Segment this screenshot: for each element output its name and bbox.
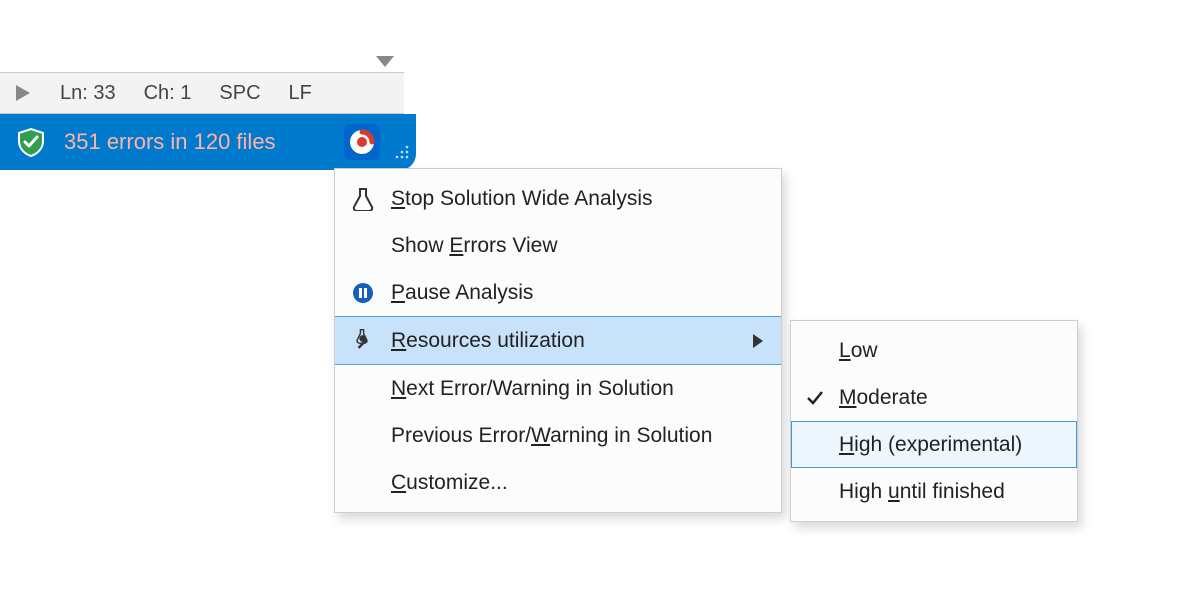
menu-label: Show Errors View: [391, 234, 767, 258]
menu-pause-analysis[interactable]: Pause Analysis: [335, 269, 781, 316]
submenu-label: High until finished: [839, 480, 1063, 504]
tools-icon: [335, 329, 391, 353]
resize-grip-icon[interactable]: [394, 142, 410, 166]
check-icon: [791, 390, 839, 406]
status-char[interactable]: Ch: 1: [130, 82, 206, 105]
pause-icon: [335, 282, 391, 304]
shield-icon: [14, 125, 48, 159]
menu-label: Stop Solution Wide Analysis: [391, 187, 767, 211]
submenu-moderate[interactable]: Moderate: [791, 374, 1077, 421]
menu-next-error[interactable]: Next Error/Warning in Solution: [335, 365, 781, 412]
menu-customize[interactable]: Customize...: [335, 459, 781, 506]
menu-show-errors[interactable]: Show Errors View: [335, 222, 781, 269]
status-line[interactable]: Ln: 33: [46, 82, 130, 105]
status-line-ending[interactable]: LF: [275, 82, 326, 105]
submenu-arrow-icon: [749, 334, 767, 348]
menu-resources-utilization[interactable]: Resources utilization: [335, 316, 781, 365]
menu-previous-error[interactable]: Previous Error/Warning in Solution: [335, 412, 781, 459]
analysis-indicator-icon[interactable]: [344, 124, 380, 160]
menu-label: Next Error/Warning in Solution: [391, 377, 767, 401]
resources-submenu: Low Moderate High (experimental) High un…: [790, 320, 1078, 522]
flask-icon: [335, 187, 391, 211]
menu-label: Previous Error/Warning in Solution: [391, 424, 767, 448]
submenu-high-experimental[interactable]: High (experimental): [791, 421, 1077, 468]
error-summary-text: 351 errors in 120 files: [64, 129, 276, 155]
editor-panel: Ln: 33 Ch: 1 SPC LF: [0, 0, 404, 114]
play-icon[interactable]: [0, 85, 46, 101]
menu-stop-analysis[interactable]: Stop Solution Wide Analysis: [335, 175, 781, 222]
status-indent[interactable]: SPC: [205, 82, 274, 105]
editor-area: [0, 0, 404, 72]
submenu-label: Low: [839, 339, 1063, 363]
menu-label: Customize...: [391, 471, 767, 495]
analysis-context-menu: Stop Solution Wide Analysis Show Errors …: [334, 168, 782, 513]
solution-analysis-bar[interactable]: 351 errors in 120 files: [0, 114, 416, 170]
menu-label: Pause Analysis: [391, 281, 767, 305]
menu-label: Resources utilization: [391, 329, 749, 353]
submenu-high-until-finished[interactable]: High until finished: [791, 468, 1077, 515]
submenu-label: Moderate: [839, 386, 1063, 410]
submenu-label: High (experimental): [839, 433, 1063, 457]
submenu-low[interactable]: Low: [791, 327, 1077, 374]
editor-status-row: Ln: 33 Ch: 1 SPC LF: [0, 72, 404, 113]
dropdown-chevron-icon[interactable]: [376, 56, 394, 68]
